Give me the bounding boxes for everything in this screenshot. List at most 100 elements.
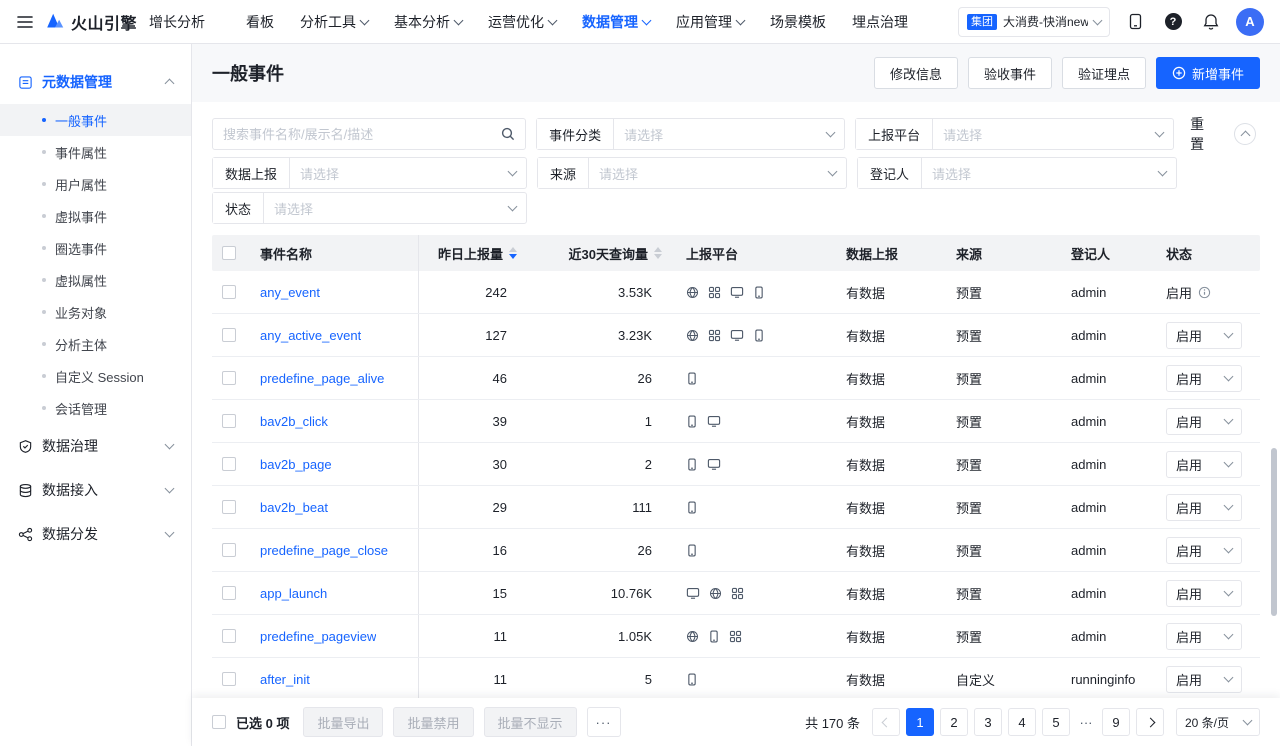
sort-icons[interactable] [654,247,662,259]
row-checkbox[interactable] [222,371,236,385]
batch-hide-button[interactable]: 批量不显示 [484,707,577,737]
collapse-filters-button[interactable] [1234,123,1256,145]
sidebar-section-distribution[interactable]: 数据分发 [0,512,191,556]
page-button[interactable]: 2 [940,708,968,736]
page-button[interactable]: 3 [974,708,1002,736]
event-name-link[interactable]: predefine_page_close [260,543,388,558]
sidebar-section-governance[interactable]: 数据治理 [0,424,191,468]
nav-item[interactable]: 运营优化 [475,0,569,44]
search-icon[interactable] [501,127,515,141]
sidebar-item[interactable]: 事件属性 [0,136,191,168]
info-icon[interactable] [1198,286,1211,299]
status-select[interactable]: 启用 [1166,537,1242,564]
sort-icons[interactable] [509,247,517,259]
column-header-query30d[interactable]: 近30天查询量 [527,235,672,271]
device-icon[interactable] [1122,9,1148,35]
verify-tracking-button[interactable]: 验证埋点 [1062,57,1146,89]
nav-item[interactable]: 场景模板 [757,0,839,44]
table-row: bav2b_page302有数据预置admin启用 [212,443,1260,486]
sidebar-item-label: 一般事件 [55,111,107,130]
row-checkbox[interactable] [222,672,236,686]
select-all-checkbox[interactable] [212,715,226,729]
workspace-selector[interactable]: 集团 大消费-快消new [958,7,1110,37]
status-select[interactable]: 启用 [1166,623,1242,650]
sidebar-item[interactable]: 用户属性 [0,168,191,200]
sidebar-item[interactable]: 虚拟属性 [0,264,191,296]
filter-data-report[interactable]: 数据上报 请选择 [212,157,527,189]
status-select[interactable]: 启用 [1166,365,1242,392]
event-name-link[interactable]: bav2b_page [260,457,332,472]
row-checkbox[interactable] [222,285,236,299]
logo[interactable]: 火山引擎 [44,10,137,34]
more-actions-button[interactable]: ··· [587,707,621,737]
status-select[interactable]: 启用 [1166,322,1242,349]
bell-icon[interactable] [1198,9,1224,35]
page-button[interactable]: 4 [1008,708,1036,736]
row-checkbox[interactable] [222,457,236,471]
filter-event-category[interactable]: 事件分类 请选择 [536,118,845,150]
row-checkbox[interactable] [222,500,236,514]
row-checkbox[interactable] [222,629,236,643]
sidebar-item[interactable]: 分析主体 [0,328,191,360]
reset-button[interactable]: 重置 [1184,114,1224,154]
column-header-yesterday[interactable]: 昨日上报量 [419,235,527,271]
status-select[interactable]: 启用 [1166,408,1242,435]
status-select[interactable]: 启用 [1166,666,1242,693]
nav-item[interactable]: 应用管理 [663,0,757,44]
accept-event-button[interactable]: 验收事件 [968,57,1052,89]
sidebar-item[interactable]: 自定义 Session [0,360,191,392]
sidebar-item[interactable]: 圈选事件 [0,232,191,264]
filter-status[interactable]: 状态 请选择 [212,192,527,224]
search-input[interactable] [223,127,501,142]
scrollbar[interactable] [1271,448,1277,616]
status-select[interactable]: 启用 [1166,451,1242,478]
page-size-select[interactable]: 20 条/页 [1176,708,1260,736]
page-button[interactable]: 5 [1042,708,1070,736]
status-select[interactable]: 启用 [1166,494,1242,521]
row-checkbox[interactable] [222,543,236,557]
event-name-link[interactable]: predefine_page_alive [260,371,384,386]
next-page-button[interactable] [1136,708,1164,736]
sidebar-section-access[interactable]: 数据接入 [0,468,191,512]
bullet-dot [42,182,46,186]
nav-item[interactable]: 埋点治理 [839,0,921,44]
filter-source[interactable]: 来源 请选择 [537,157,847,189]
page-ellipsis[interactable]: ··· [1076,715,1096,730]
sidebar-item[interactable]: 一般事件 [0,104,191,136]
avatar[interactable]: A [1236,8,1264,36]
event-name-link[interactable]: after_init [260,672,310,687]
nav-item[interactable]: 数据管理 [569,0,663,44]
filter-registrant[interactable]: 登记人 请选择 [857,157,1177,189]
row-checkbox[interactable] [222,414,236,428]
help-icon[interactable]: ? [1160,9,1186,35]
event-name-link[interactable]: bav2b_click [260,414,328,429]
page-button[interactable]: 1 [906,708,934,736]
sidebar-section-metadata[interactable]: 元数据管理 [0,60,191,104]
batch-export-button[interactable]: 批量导出 [303,707,383,737]
sidebar-item[interactable]: 业务对象 [0,296,191,328]
header-checkbox[interactable] [222,246,236,260]
menu-icon[interactable] [10,7,40,37]
content-card: 事件分类 请选择 上报平台 请选择 重置 数据上报 请选择 [192,102,1280,698]
nav-item[interactable]: 分析工具 [287,0,381,44]
event-name-link[interactable]: predefine_pageview [260,629,376,644]
filter-placeholder: 请选择 [274,199,313,218]
event-name-link[interactable]: app_launch [260,586,327,601]
filter-report-platform[interactable]: 上报平台 请选择 [855,118,1174,150]
registrant-cell: admin [1057,615,1152,657]
row-checkbox[interactable] [222,328,236,342]
nav-item[interactable]: 看板 [233,0,287,44]
status-select[interactable]: 启用 [1166,580,1242,607]
nav-item[interactable]: 基本分析 [381,0,475,44]
page-button[interactable]: 9 [1102,708,1130,736]
batch-disable-button[interactable]: 批量禁用 [393,707,473,737]
event-name-link[interactable]: any_event [260,285,320,300]
sidebar-item[interactable]: 会话管理 [0,392,191,424]
modify-info-button[interactable]: 修改信息 [874,57,958,89]
event-name-link[interactable]: bav2b_beat [260,500,328,515]
add-event-button[interactable]: 新增事件 [1156,57,1260,89]
sidebar-item[interactable]: 虚拟事件 [0,200,191,232]
row-checkbox[interactable] [222,586,236,600]
prev-page-button[interactable] [872,708,900,736]
event-name-link[interactable]: any_active_event [260,328,361,343]
